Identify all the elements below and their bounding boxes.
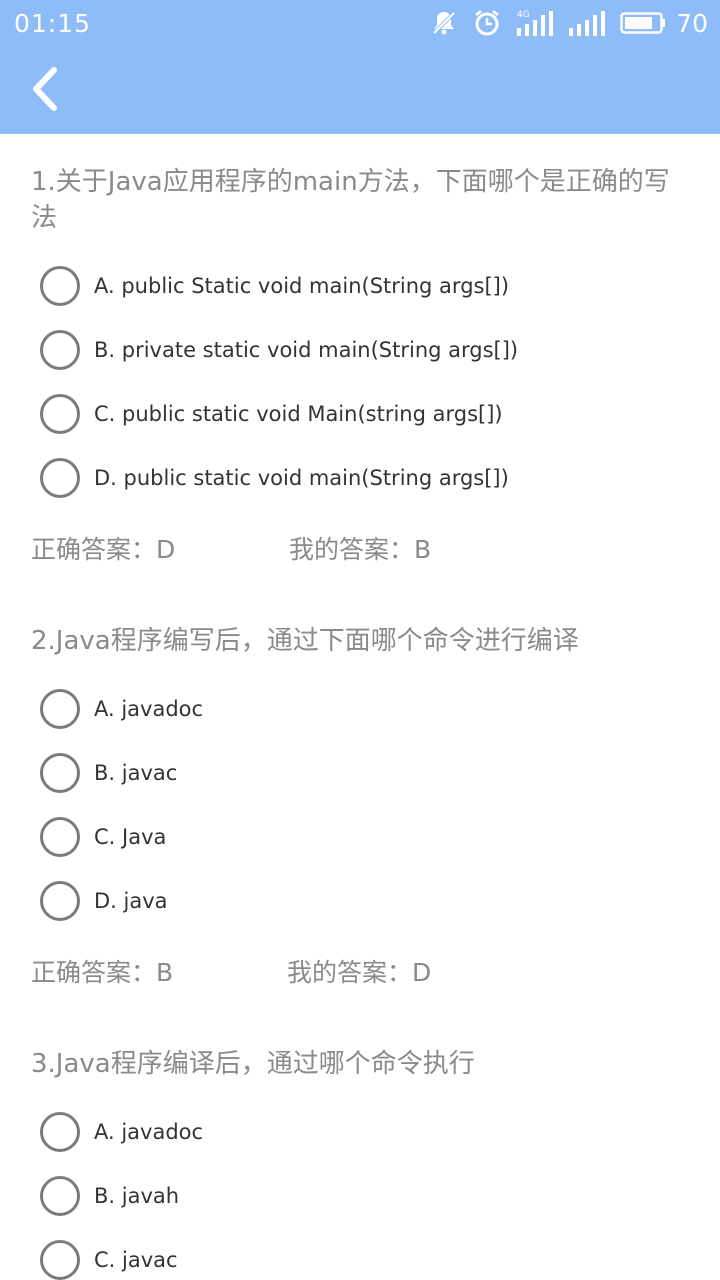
signal-4g-icon: 4G xyxy=(516,8,554,38)
bell-muted-icon xyxy=(430,9,458,37)
radio-button[interactable] xyxy=(40,458,80,498)
status-bar: 01:15 4G 70 xyxy=(0,0,720,48)
option-label: C. public static void Main(string args[]… xyxy=(94,402,503,426)
status-icons: 4G 70 xyxy=(416,6,708,40)
battery-icon xyxy=(620,10,666,36)
radio-button[interactable] xyxy=(40,1176,80,1216)
chevron-left-icon xyxy=(33,67,57,111)
option-a[interactable]: A. javadoc xyxy=(40,687,680,731)
my-answer: 我的答案：B xyxy=(289,535,432,564)
option-label: A. javadoc xyxy=(94,1120,204,1144)
radio-button[interactable] xyxy=(40,1112,80,1152)
option-label: B. javac xyxy=(94,761,178,785)
network-type-label: 4G xyxy=(517,10,530,20)
question-title: 3.Java程序编译后，通过哪个命令执行 xyxy=(31,1049,475,1079)
battery-percent: 70 xyxy=(676,8,708,38)
option-label: B. private static void main(String args[… xyxy=(94,338,519,362)
option-label: B. javah xyxy=(94,1184,180,1208)
radio-button[interactable] xyxy=(40,689,80,729)
alarm-clock-icon xyxy=(472,8,502,38)
my-answer: 我的答案：D xyxy=(287,958,432,987)
option-label: D. public static void main(String args[]… xyxy=(94,466,509,490)
option-b[interactable]: B. javac xyxy=(40,751,680,795)
question-title: 1.关于Java应用程序的main方法，下面哪个是正确的写法 xyxy=(31,167,670,233)
option-label: A. public Static void main(String args[]… xyxy=(94,274,510,298)
option-c[interactable]: C. public static void Main(string args[]… xyxy=(40,392,680,436)
option-b[interactable]: B. private static void main(String args[… xyxy=(40,328,680,372)
answer-row: 正确答案：D 我的答案：B xyxy=(31,530,691,566)
option-label: C. Java xyxy=(94,825,167,849)
answer-row: 正确答案：B 我的答案：D xyxy=(31,953,691,989)
back-button[interactable] xyxy=(20,62,68,116)
option-a[interactable]: A. javadoc xyxy=(40,1110,680,1154)
option-label: C. javac xyxy=(94,1248,178,1272)
option-c[interactable]: C. Java xyxy=(40,815,680,859)
radio-button[interactable] xyxy=(40,266,80,306)
signal-icon xyxy=(568,8,606,38)
correct-answer: 正确答案：B xyxy=(31,958,174,987)
question-title: 2.Java程序编写后，通过下面哪个命令进行编译 xyxy=(31,626,579,656)
option-b[interactable]: B. javah xyxy=(40,1174,680,1218)
top-app-bar: 01:15 4G 70 xyxy=(0,0,720,134)
option-label: D. java xyxy=(94,889,168,913)
option-d[interactable]: D. public static void main(String args[]… xyxy=(40,456,680,500)
option-c[interactable]: C. javac xyxy=(40,1238,680,1280)
radio-button[interactable] xyxy=(40,753,80,793)
correct-answer: 正确答案：D xyxy=(31,535,176,564)
option-label: A. javadoc xyxy=(94,697,204,721)
radio-button[interactable] xyxy=(40,1240,80,1280)
option-d[interactable]: D. java xyxy=(40,879,680,923)
status-time: 01:15 xyxy=(14,9,92,38)
option-a[interactable]: A. public Static void main(String args[]… xyxy=(40,264,680,308)
radio-button[interactable] xyxy=(40,817,80,857)
radio-button[interactable] xyxy=(40,394,80,434)
radio-button[interactable] xyxy=(40,881,80,921)
radio-button[interactable] xyxy=(40,330,80,370)
